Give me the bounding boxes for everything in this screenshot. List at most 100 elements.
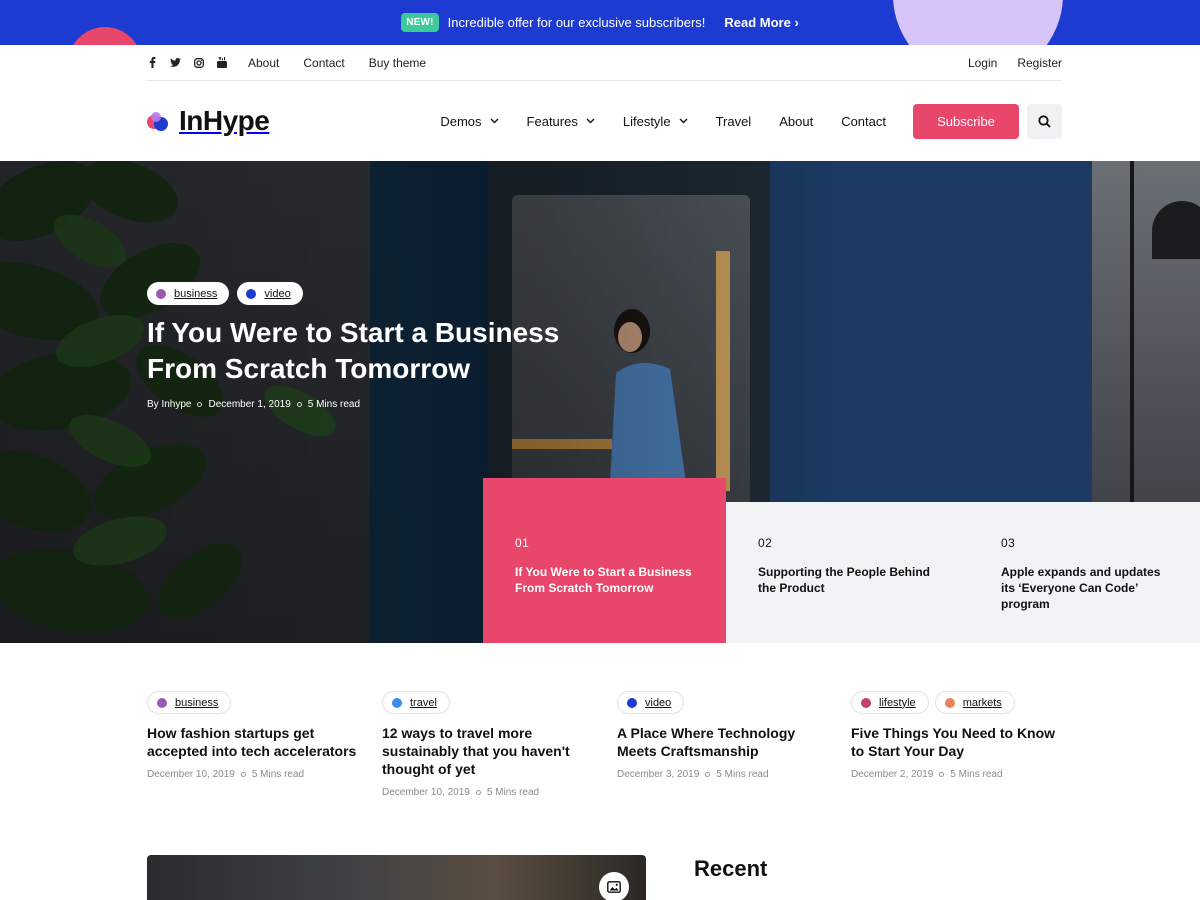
search-button[interactable] [1027,103,1062,139]
promo-text: Incredible offer for our exclusive subsc… [447,15,706,30]
hero-author: By Inhype [147,399,192,410]
tag-label: video [264,287,291,300]
recent-heading: Recent [694,856,768,881]
hero-slider-nav: 01 If You Were to Start a Business From … [483,478,1200,643]
post-read-time: 5 Mins read [950,769,1003,780]
meta-separator [939,772,945,777]
post-read-time: 5 Mins read [486,787,540,798]
nav-features[interactable]: Features [527,114,595,129]
post-format-badge [599,872,629,900]
post-title[interactable]: A Place Where Technology Meets Craftsman… [617,724,837,760]
subscribe-button[interactable]: Subscribe [913,103,1019,139]
post-meta: December 3, 2019 5 Mins read [617,769,837,780]
tag-video[interactable]: video [617,691,685,714]
meta-separator [705,772,711,777]
chevron-down-icon [586,118,595,124]
hero-section[interactable]: business video If You Were to Start a Bu… [0,161,1200,643]
top-link-about[interactable]: About [248,56,279,70]
nav-label: Features [526,113,578,129]
nav-lifestyle[interactable]: Lifestyle [623,114,688,129]
logo-text: InHype [179,105,270,136]
post-meta: December 10, 2019 5 Mins read [382,787,602,798]
hero-date: December 1, 2019 [208,399,291,410]
slide-card-1[interactable]: 01 If You Were to Start a Business From … [483,478,726,643]
meta-separator [475,790,481,795]
nav-travel[interactable]: Travel [716,114,752,129]
post-date: December 10, 2019 [147,769,235,780]
tag-label: lifestyle [879,696,916,709]
chevron-down-icon [490,118,499,124]
post-title[interactable]: Five Things You Need to Know to Start Yo… [851,724,1071,760]
tag-label: business [175,696,219,709]
post-date: December 10, 2019 [382,787,470,798]
post-read-time: 5 Mins read [716,769,769,780]
nav-about[interactable]: About [779,114,813,129]
tag-label: business [174,287,218,300]
hero-title-line: If You Were to Start a Business [147,317,560,348]
search-icon [1038,114,1051,128]
tag-dot [246,288,257,299]
slide-card-3[interactable]: 03 Apple expands and updates its ‘Everyo… [969,502,1200,643]
logo-mark-icon [147,110,169,132]
post-meta: December 10, 2019 5 Mins read [147,769,367,780]
facebook-icon[interactable] [147,57,158,68]
register-link[interactable]: Register [1017,56,1062,70]
slide-title: Supporting the People Behind the Product [758,565,930,595]
new-badge: NEW! [401,13,439,32]
meta-separator [240,772,246,777]
post-card: lifestyle markets Five Things You Need t… [851,691,1071,780]
nav-label: Lifestyle [622,113,671,129]
post-title[interactable]: 12 ways to travel more sustainably that … [382,724,602,778]
hero-title-line: From Scratch Tomorrow [147,353,471,384]
promo-bar: NEW! Incredible offer for our exclusive … [0,0,1200,45]
tag-dot [944,697,955,708]
post-card: business How fashion startups get accept… [147,691,367,780]
tag-markets[interactable]: markets [934,691,1015,714]
featured-post-image[interactable] [147,855,646,900]
image-icon [607,881,621,893]
nav-demos[interactable]: Demos [440,113,499,129]
hero-read-time: 5 Mins read [307,399,361,410]
meta-separator [197,402,203,407]
hero-meta: By Inhype December 1, 2019 5 Mins read [147,399,360,410]
social-links [147,57,227,68]
youtube-icon[interactable] [216,57,227,68]
instagram-icon[interactable] [193,57,204,68]
tag-lifestyle[interactable]: lifestyle [851,691,929,714]
tag-business[interactable]: business [147,691,232,714]
hero-title[interactable]: If You Were to Start a Business From Scr… [147,315,607,387]
post-title[interactable]: How fashion startups get accepted into t… [147,724,367,760]
tag-travel[interactable]: travel [382,691,450,714]
tag-business[interactable]: business [147,282,230,305]
slide-title: If You Were to Start a Business From Scr… [515,565,692,595]
main-header: InHype Demos Features Lifestyle Travel A… [147,81,1062,161]
slide-number: 01 [515,536,530,550]
main-nav: Demos Features Lifestyle Travel About Co… [440,103,1062,139]
slide-number: 03 [1001,536,1016,550]
post-date: December 2, 2019 [851,769,934,780]
tag-label: video [645,696,672,709]
slide-card-2[interactable]: 02 Supporting the People Behind the Prod… [726,502,969,643]
nav-label: Demos [440,113,482,129]
top-link-buy-theme[interactable]: Buy theme [369,56,426,70]
tag-dot [861,697,871,708]
tag-label: travel [410,696,437,709]
nav-contact[interactable]: Contact [841,114,886,129]
post-date: December 3, 2019 [617,769,700,780]
tag-dot [156,288,166,299]
hero-tags: business video [147,282,303,305]
meta-separator [296,402,302,407]
top-bar: About Contact Buy theme Login Register [147,45,1062,81]
read-more-link[interactable]: Read More › [724,15,798,30]
tag-label: markets [962,696,1002,709]
slide-number: 02 [758,536,773,550]
chevron-down-icon [679,118,688,124]
post-card: travel 12 ways to travel more sustainabl… [382,691,602,798]
top-link-contact[interactable]: Contact [303,56,344,70]
post-grid: business How fashion startups get accept… [147,691,1062,811]
twitter-icon[interactable] [170,57,181,68]
login-link[interactable]: Login [968,56,997,70]
tag-video[interactable]: video [237,282,303,305]
post-card: video A Place Where Technology Meets Cra… [617,691,837,780]
site-logo[interactable]: InHype [147,105,270,137]
